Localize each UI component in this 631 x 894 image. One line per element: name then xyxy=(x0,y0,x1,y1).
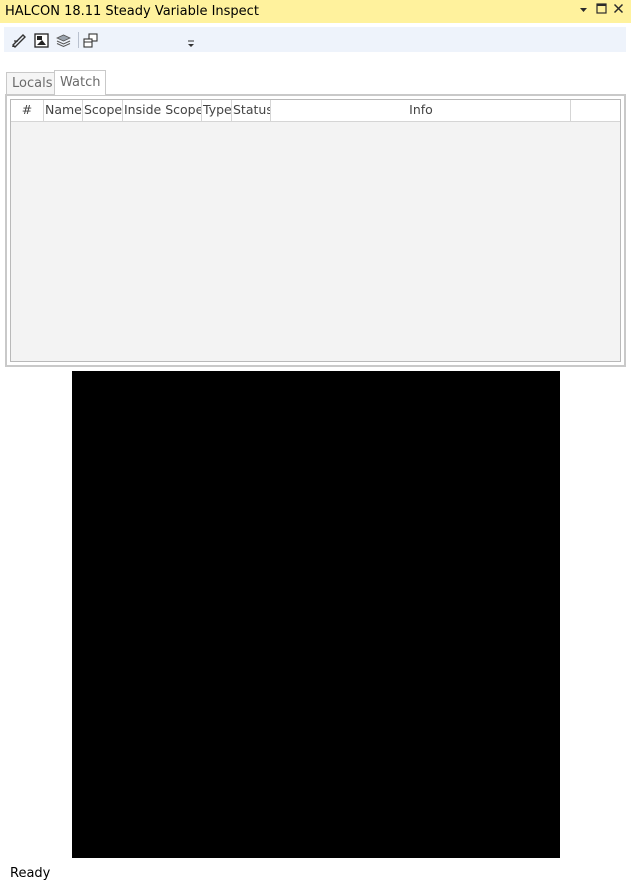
close-icon[interactable] xyxy=(610,3,626,19)
column-header-type[interactable]: Type xyxy=(202,100,232,121)
column-header-inside-scope[interactable]: Inside Scope xyxy=(123,100,202,121)
status-text: Ready xyxy=(10,866,51,881)
image-view-icon[interactable] xyxy=(31,30,51,50)
edit-pen-icon[interactable] xyxy=(9,30,29,50)
column-header-filler xyxy=(571,100,618,121)
image-viewer[interactable] xyxy=(72,371,560,858)
grid-header: # Name Scope Inside Scope Type Status In… xyxy=(11,100,620,122)
column-header-scope[interactable]: Scope xyxy=(83,100,123,121)
toolbar-overflow-icon[interactable] xyxy=(186,38,196,48)
dropdown-arrow-icon[interactable] xyxy=(575,3,591,19)
column-header-status[interactable]: Status xyxy=(232,100,271,121)
grid-body[interactable]: # Name Scope Inside Scope Type Status In… xyxy=(10,99,621,362)
tab-locals[interactable]: Locals xyxy=(6,72,59,94)
toolbar xyxy=(4,27,626,52)
watch-grid: # Name Scope Inside Scope Type Status In… xyxy=(5,94,626,367)
column-header-name[interactable]: Name xyxy=(44,100,83,121)
window-title-bar: HALCON 18.11 Steady Variable Inspect xyxy=(0,0,631,23)
window-title: HALCON 18.11 Steady Variable Inspect xyxy=(5,4,259,19)
tab-watch[interactable]: Watch xyxy=(54,70,107,95)
window-arrange-icon[interactable] xyxy=(80,30,100,50)
layers-icon[interactable] xyxy=(53,30,73,50)
maximize-icon[interactable] xyxy=(593,3,609,19)
column-header-index[interactable]: # xyxy=(11,100,44,121)
column-header-info[interactable]: Info xyxy=(271,100,571,121)
toolbar-separator xyxy=(78,32,79,48)
